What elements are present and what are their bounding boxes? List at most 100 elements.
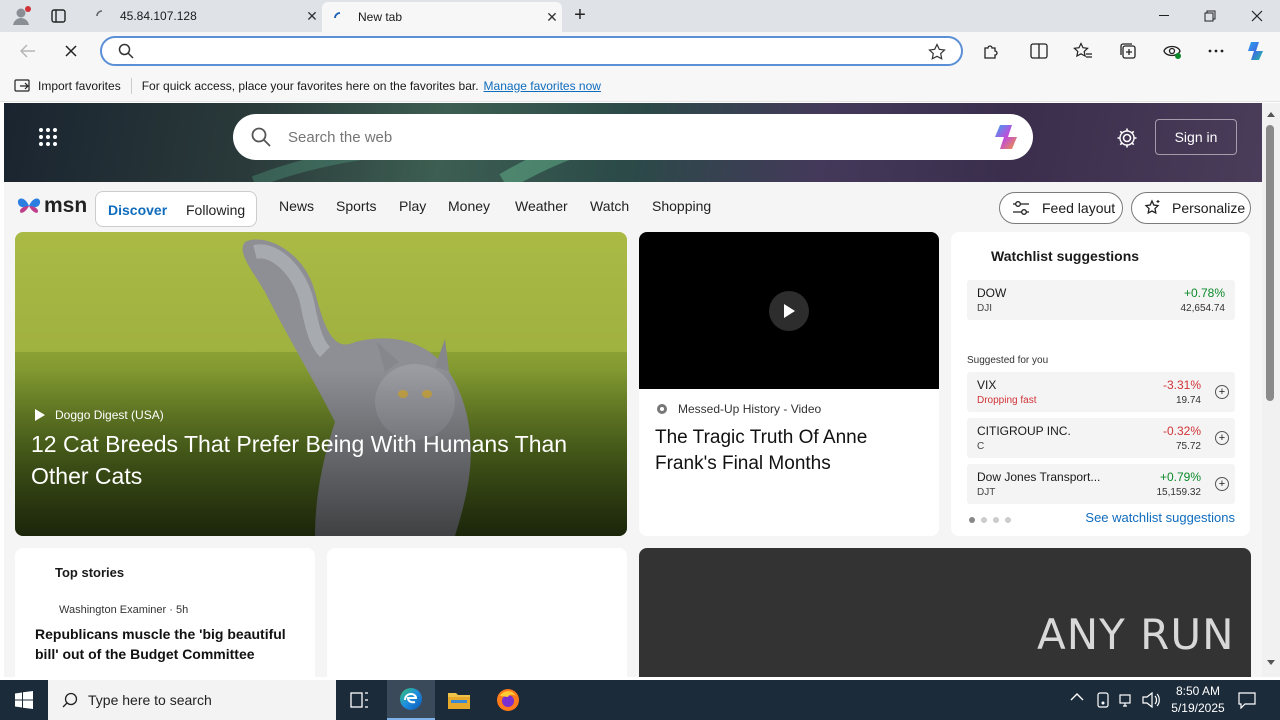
carousel-dot[interactable] (1005, 517, 1011, 523)
nav-watch[interactable]: Watch (590, 198, 629, 214)
msn-nav-bar: msn Discover Following News Sports Play … (4, 182, 1262, 232)
split-screen-icon[interactable] (1026, 38, 1052, 64)
feed-layout-button[interactable]: Feed layout (999, 192, 1123, 224)
watchlist-row-dow[interactable]: DOW DJI +0.78% 42,654.74 (967, 280, 1235, 320)
nav-sports[interactable]: Sports (336, 198, 376, 214)
nav-weather[interactable]: Weather (515, 198, 568, 214)
stock-price: 75.72 (1175, 441, 1201, 452)
minimize-button[interactable] (1141, 0, 1187, 32)
tab-title: New tab (358, 10, 403, 24)
favorite-star-icon[interactable] (928, 43, 946, 61)
search-icon (118, 43, 134, 59)
volume-icon[interactable] (1142, 692, 1160, 708)
import-favorites-button[interactable]: Import favorites (38, 79, 121, 93)
address-bar[interactable] (100, 36, 963, 66)
network-icon[interactable] (1119, 692, 1135, 708)
taskbar-search[interactable]: Type here to search (48, 680, 336, 720)
carousel-dot[interactable] (993, 517, 999, 523)
carousel-dot[interactable] (969, 517, 975, 523)
clock[interactable]: 8:50 AM 5/19/2025 (1163, 683, 1233, 717)
msn-wordmark: msn (44, 194, 88, 217)
show-hidden-icons[interactable] (1070, 692, 1084, 702)
taskbar-firefox[interactable] (484, 680, 532, 720)
windows-logo-icon (15, 691, 33, 709)
personalize-button[interactable]: Personalize (1131, 192, 1251, 224)
performance-icon[interactable] (1159, 38, 1185, 64)
scroll-down-icon[interactable] (1267, 660, 1275, 666)
web-search-input[interactable] (288, 127, 938, 147)
stock-price: 15,159.32 (1156, 487, 1202, 498)
profile-icon[interactable] (10, 5, 32, 27)
hero-story-card[interactable]: Doggo Digest (USA) 12 Cat Breeds That Pr… (15, 232, 627, 536)
settings-gear-icon[interactable] (1116, 127, 1138, 149)
close-tab-icon[interactable]: ✕ (302, 8, 322, 25)
dark-story-card[interactable]: ANY RUN (639, 548, 1251, 677)
watchlist-row[interactable]: VIX Dropping fast -3.31% 19.74 + (967, 372, 1235, 412)
taskbar-edge[interactable] (387, 680, 435, 720)
msn-butterfly-icon (17, 198, 41, 213)
stock-name: CITIGROUP INC. (977, 424, 1071, 438)
add-watchlist-icon[interactable]: + (1215, 385, 1229, 399)
carousel-dot[interactable] (981, 517, 987, 523)
msn-logo[interactable]: msn (16, 194, 87, 218)
scrollbar-thumb[interactable] (1266, 125, 1274, 401)
anyrun-watermark: ANY RUN (1037, 610, 1235, 659)
search-icon (251, 127, 271, 147)
settings-more-icon[interactable] (1203, 38, 1229, 64)
copilot-icon[interactable] (1244, 38, 1270, 64)
stock-symbol: C (977, 441, 985, 452)
personalize-label: Personalize (1172, 200, 1246, 216)
restore-button[interactable] (1187, 0, 1233, 32)
web-search-box[interactable] (233, 114, 1033, 160)
carousel-dots[interactable] (969, 517, 1011, 523)
new-tab-button[interactable]: + (570, 5, 590, 26)
close-tab-icon[interactable]: ✕ (542, 9, 562, 26)
tab-following[interactable]: Following (186, 202, 245, 218)
collections-icon[interactable] (1115, 38, 1141, 64)
close-window-button[interactable] (1234, 0, 1280, 32)
back-button[interactable] (15, 38, 41, 64)
add-watchlist-icon[interactable]: + (1215, 477, 1229, 491)
feed-tab-group: Discover Following (95, 191, 257, 227)
stop-loading-button[interactable] (58, 38, 84, 64)
play-icon[interactable] (769, 291, 809, 331)
app-launcher-icon[interactable] (38, 127, 58, 147)
video-source: Messed-Up History - Video (656, 402, 821, 416)
tab-actions-icon[interactable] (50, 8, 68, 24)
task-view-button[interactable] (336, 680, 384, 720)
story-headline[interactable]: Republicans muscle the 'big beautiful bi… (35, 624, 295, 664)
page-scrollbar[interactable] (1262, 103, 1280, 677)
stock-symbol: DJI (977, 303, 992, 314)
nav-play[interactable]: Play (399, 198, 426, 214)
watchlist-row[interactable]: CITIGROUP INC. C -0.32% 75.72 + (967, 418, 1235, 458)
nav-news[interactable]: News (279, 198, 314, 214)
watchlist-row[interactable]: Dow Jones Transport... DJT +0.79% 15,159… (967, 464, 1235, 504)
video-story-card[interactable]: Messed-Up History - Video The Tragic Tru… (639, 232, 939, 536)
extensions-icon[interactable] (978, 38, 1004, 64)
sign-in-button[interactable]: Sign in (1155, 119, 1237, 155)
scroll-up-icon[interactable] (1267, 111, 1275, 117)
video-headline[interactable]: The Tragic Truth Of Anne Frank's Final M… (655, 425, 925, 477)
nav-money[interactable]: Money (448, 198, 490, 214)
hero-headline[interactable]: 12 Cat Breeds That Prefer Being With Hum… (31, 428, 611, 492)
tab-new-tab[interactable]: New tab ✕ (322, 2, 562, 32)
task-view-icon (350, 692, 368, 708)
notifications-icon[interactable] (1238, 691, 1256, 709)
stock-symbol: DJT (977, 487, 996, 498)
add-watchlist-icon[interactable]: + (1215, 431, 1229, 445)
nav-shopping[interactable]: Shopping (652, 198, 711, 214)
manage-favorites-link[interactable]: Manage favorites now (484, 79, 601, 93)
video-thumbnail[interactable] (639, 232, 939, 389)
favorites-icon[interactable] (1070, 38, 1096, 64)
device-icon[interactable] (1096, 692, 1110, 708)
tab-ip-address[interactable]: 45.84.107.128 ✕ (84, 0, 322, 32)
firefox-icon (497, 689, 519, 711)
taskbar-file-explorer[interactable] (435, 680, 483, 720)
see-watchlist-link[interactable]: See watchlist suggestions (1085, 510, 1235, 525)
copilot-icon[interactable] (991, 122, 1023, 152)
address-input[interactable] (142, 41, 902, 61)
stock-price: 42,654.74 (1180, 303, 1226, 314)
stock-change: +0.79% (1159, 470, 1201, 484)
tab-discover[interactable]: Discover (108, 202, 167, 218)
start-button[interactable] (0, 680, 48, 720)
